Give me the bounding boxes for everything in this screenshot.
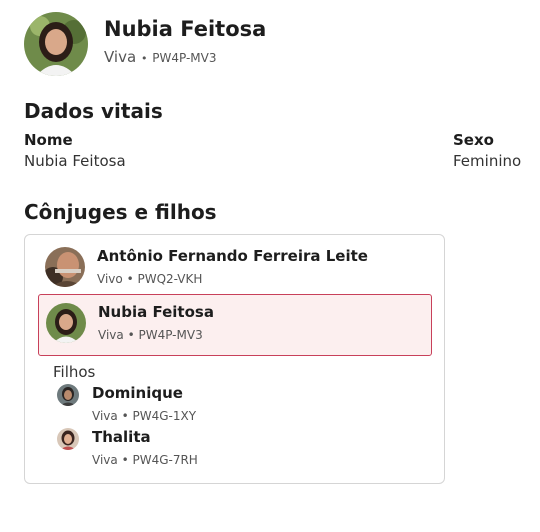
spouse-name[interactable]: Antônio Fernando Ferreira Leite — [97, 247, 368, 265]
sex-label: Sexo — [453, 131, 494, 149]
children-label: Filhos — [53, 363, 96, 381]
spouse-avatar — [45, 247, 85, 287]
child-pid: PW4G-7RH — [132, 453, 198, 467]
profile-name: Nubia Feitosa — [104, 17, 267, 41]
profile-status: Viva — [104, 48, 137, 66]
child-pid: PW4G-1XY — [132, 409, 197, 423]
spouse-row[interactable]: Antônio Fernando Ferreira Leite Vivo • P… — [40, 240, 430, 290]
spouse-pid: PWQ2-VKH — [137, 272, 203, 286]
family-section-title: Cônjuges e filhos — [24, 200, 217, 224]
child-status: Viva — [92, 409, 118, 423]
child-status-line: Viva • PW4G-7RH — [92, 453, 198, 467]
sex-value: Feminino — [453, 152, 522, 170]
profile-status-line: Viva • PW4P-MV3 — [104, 48, 216, 66]
child-name-dominique[interactable]: Dominique — [92, 384, 183, 402]
separator: • — [126, 272, 134, 286]
profile-pid: PW4P-MV3 — [152, 51, 217, 65]
child-avatar-thalita — [57, 428, 79, 450]
spouse-status-line: Vivo • PWQ2-VKH — [97, 272, 202, 286]
separator: • — [121, 453, 129, 467]
vital-section-title: Dados vitais — [24, 99, 163, 123]
self-status-line: Viva • PW4P-MV3 — [98, 328, 203, 342]
spouse-status: Vivo — [97, 272, 123, 286]
name-value: Nubia Feitosa — [24, 152, 126, 170]
separator: • — [121, 409, 129, 423]
name-label: Nome — [24, 131, 73, 149]
child-avatar-dominique — [57, 384, 79, 406]
child-status-line: Viva • PW4G-1XY — [92, 409, 196, 423]
child-name-thalita[interactable]: Thalita — [92, 428, 151, 446]
profile-avatar — [24, 12, 88, 76]
child-status: Viva — [92, 453, 118, 467]
separator: • — [127, 328, 135, 342]
self-pid: PW4P-MV3 — [138, 328, 203, 342]
self-status: Viva — [98, 328, 124, 342]
self-avatar — [46, 303, 86, 343]
self-name[interactable]: Nubia Feitosa — [98, 303, 214, 321]
separator: • — [140, 52, 148, 65]
